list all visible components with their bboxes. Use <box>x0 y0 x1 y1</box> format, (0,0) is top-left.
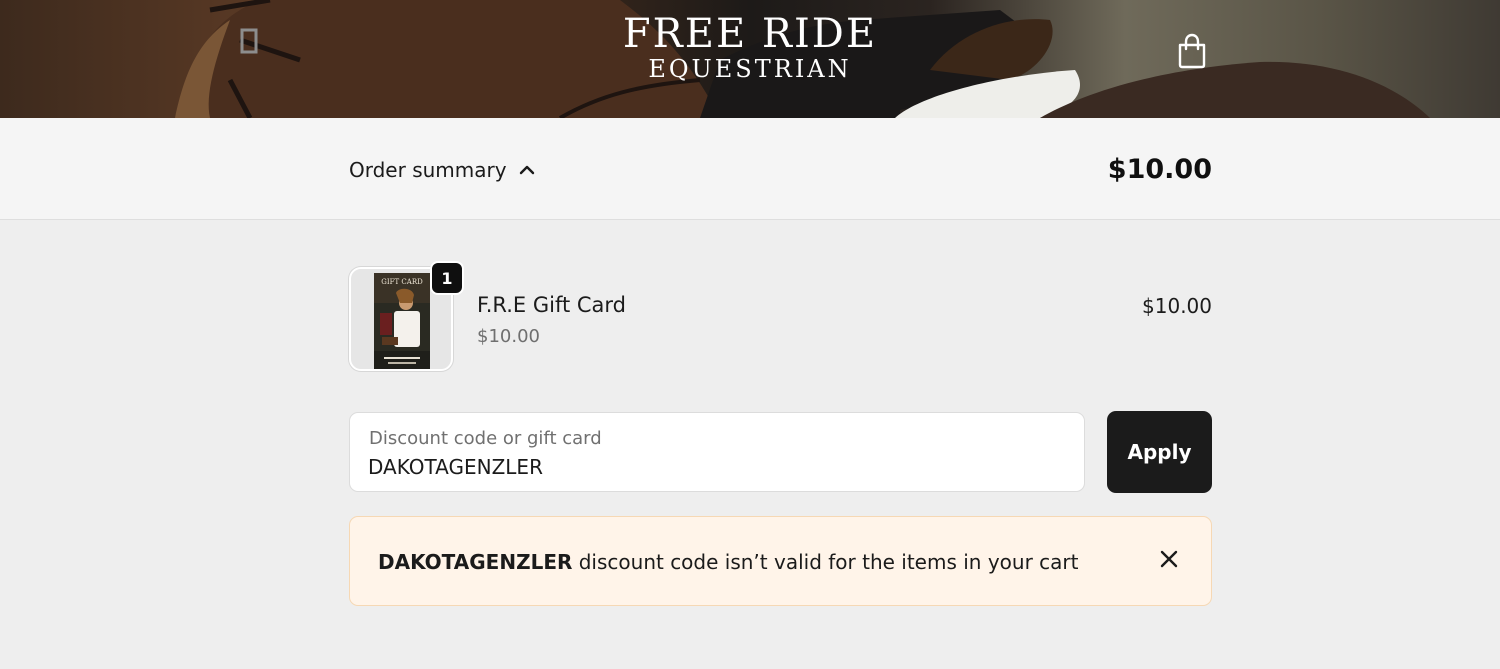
order-summary-label: Order summary <box>349 158 507 182</box>
gift-card-image-text: GIFT CARD <box>381 278 423 286</box>
logo-title: FREE RIDE <box>622 11 878 57</box>
gift-card-image: GIFT CARD <box>374 273 430 369</box>
store-logo[interactable]: FREE RIDE EQUESTRIAN <box>0 12 1500 82</box>
discount-error-alert: DAKOTAGENZLER discount code isn’t valid … <box>349 516 1212 606</box>
quantity-badge: 1 <box>430 261 464 295</box>
discount-code-input[interactable] <box>368 453 1058 481</box>
discount-field[interactable]: Discount code or gift card <box>349 412 1085 492</box>
product-name: F.R.E Gift Card <box>477 293 627 317</box>
logo-subtitle: EQUESTRIAN <box>648 55 852 83</box>
chevron-up-icon <box>519 165 534 175</box>
product-line-price: $10.00 <box>1142 294 1212 318</box>
discount-field-label: Discount code or gift card <box>369 428 602 449</box>
dismiss-error-button[interactable] <box>1157 547 1181 571</box>
line-item: GIFT CARD 1 F.R.E Gift Card $10.00 $10.0… <box>349 261 1212 371</box>
error-message: DAKOTAGENZLER discount code isn’t valid … <box>378 550 1078 574</box>
close-icon <box>1160 550 1178 568</box>
shopping-bag-icon <box>1178 33 1206 69</box>
product-unit-price: $10.00 <box>477 326 540 347</box>
order-total: $10.00 <box>1107 154 1212 185</box>
cart-button[interactable] <box>1173 32 1211 70</box>
product-thumbnail: GIFT CARD 1 <box>349 261 464 371</box>
error-discount-code: DAKOTAGENZLER <box>378 550 573 574</box>
order-summary-toggle[interactable]: Order summary <box>349 158 535 182</box>
header-banner: FREE RIDE EQUESTRIAN <box>0 0 1500 118</box>
apply-button[interactable]: Apply <box>1107 411 1212 493</box>
order-summary-bar: Order summary $10.00 <box>0 118 1500 220</box>
error-message-text: discount code isn’t valid for the items … <box>572 550 1079 574</box>
